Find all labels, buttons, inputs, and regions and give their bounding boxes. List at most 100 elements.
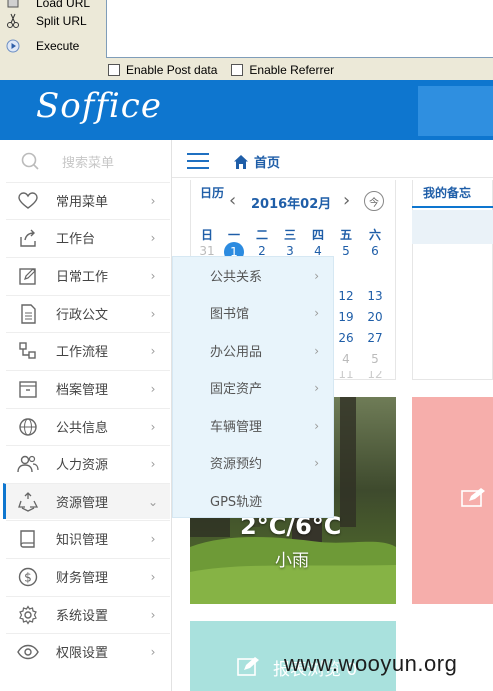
sidebar-item-finance[interactable]: $ 财务管理 › <box>6 558 170 594</box>
calendar-day[interactable]: 12 <box>336 289 356 303</box>
share-icon <box>17 227 39 249</box>
enable-referrer-checkbox[interactable] <box>231 64 244 76</box>
globe-icon <box>17 416 39 438</box>
submenu-item-public-relations[interactable]: 公共关系 › <box>173 257 333 294</box>
submenu-item-fixed-assets[interactable]: 固定资产 › <box>173 369 333 406</box>
header-user-area[interactable] <box>418 86 493 136</box>
weekday-label: 二 <box>255 228 268 242</box>
chevron-right-icon: › <box>150 569 156 584</box>
chevron-right-icon: › <box>314 380 319 395</box>
calendar-day[interactable]: 19 <box>336 310 356 324</box>
heart-icon <box>17 190 39 212</box>
submenu-item-vehicles[interactable]: 车辆管理 › <box>173 407 333 444</box>
home-icon <box>234 154 248 169</box>
enable-post-checkbox[interactable] <box>108 64 120 76</box>
submenu-item-office-supplies[interactable]: 办公用品 › <box>173 332 333 369</box>
load-url-icon <box>6 0 20 10</box>
recycle-icon <box>17 491 39 513</box>
sidebar-item-workflow[interactable]: 工作流程 › <box>6 332 170 368</box>
sidebar-item-workbench[interactable]: 工作台 › <box>6 219 170 255</box>
weekday-label: 六 <box>368 228 381 242</box>
calendar-day[interactable]: 6 <box>365 244 385 258</box>
chevron-down-icon: ⌄ <box>147 494 159 509</box>
weather-condition: 小雨 <box>275 551 309 571</box>
chevron-right-icon[interactable]: › <box>343 190 350 211</box>
submenu-item-booking[interactable]: 资源预约 › <box>173 444 333 481</box>
calendar-day[interactable]: 20 <box>365 310 385 324</box>
resources-submenu: 公共关系 › 图书馆 › 办公用品 › 固定资产 › 车辆管理 › 资源预约 ›… <box>172 256 334 518</box>
calendar-day[interactable]: 4 <box>336 352 356 366</box>
play-icon <box>6 39 20 53</box>
document-icon <box>17 303 39 325</box>
menu-search[interactable]: 搜索菜单 <box>6 143 170 179</box>
url-textarea[interactable] <box>106 0 493 58</box>
archive-icon <box>17 378 39 400</box>
chevron-right-icon: › <box>314 343 319 358</box>
chevron-left-icon[interactable]: ‹ <box>229 190 236 211</box>
book-icon <box>17 528 39 550</box>
menu-toggle-icon[interactable] <box>187 153 209 169</box>
users-icon <box>17 453 39 475</box>
calendar-month: 2016年02月 <box>251 197 332 212</box>
chevron-right-icon: › <box>150 456 156 471</box>
chevron-right-icon: › <box>150 381 156 396</box>
weekday-label: 四 <box>311 228 324 242</box>
chevron-right-icon: › <box>150 268 156 283</box>
submenu-item-gps-track[interactable]: GPS轨迹 <box>173 482 333 519</box>
sidebar-item-knowledge[interactable]: 知识管理 › <box>6 520 170 556</box>
calendar-day[interactable]: 26 <box>336 331 356 345</box>
app-logo[interactable]: Soffice <box>36 86 162 126</box>
workflow-icon <box>17 340 39 362</box>
chevron-right-icon: › <box>150 607 156 622</box>
chevron-right-icon: › <box>150 306 156 321</box>
chevron-right-icon: › <box>314 455 319 470</box>
weekday-label: 五 <box>339 228 352 242</box>
weekday-label: 日 <box>200 228 213 242</box>
calendar-day[interactable]: 5 <box>336 244 356 258</box>
search-placeholder: 搜索菜单 <box>62 155 115 171</box>
app-window: Load URL Split URL Execute Enable Post d… <box>0 0 493 691</box>
calendar-day[interactable]: 5 <box>365 352 385 366</box>
chevron-right-icon: › <box>150 230 156 245</box>
memo-header-band <box>412 210 493 244</box>
split-url-item[interactable]: Split URL <box>6 11 87 31</box>
calendar-today-button[interactable]: 今 <box>364 191 384 211</box>
calendar-day[interactable]: 13 <box>365 289 385 303</box>
weekday-label: 一 <box>227 228 240 242</box>
edit-icon <box>17 265 39 287</box>
edit-note-icon <box>461 488 485 507</box>
gear-icon <box>17 604 39 626</box>
submenu-item-library[interactable]: 图书馆 › <box>173 294 333 331</box>
eye-icon <box>17 641 39 663</box>
dollar-icon: $ <box>17 566 39 588</box>
browser-options: Enable Post data Enable Referrer <box>108 61 348 79</box>
chevron-right-icon: › <box>150 343 156 358</box>
weekday-label: 三 <box>283 228 296 242</box>
chevron-right-icon: › <box>150 419 156 434</box>
sidebar-item-hr[interactable]: 人力资源 › <box>6 445 170 481</box>
calendar-day[interactable]: 12 <box>365 371 385 379</box>
svg-text:$: $ <box>24 570 32 584</box>
sidebar-item-system-settings[interactable]: 系统设置 › <box>6 596 170 632</box>
calendar-day[interactable]: 11 <box>336 371 356 379</box>
sidebar-item-resources[interactable]: 资源管理 ⌄ <box>3 483 170 519</box>
scissors-icon <box>6 13 20 28</box>
chevron-right-icon: › <box>150 644 156 659</box>
chevron-right-icon: › <box>150 193 156 208</box>
sidebar-item-archives[interactable]: 档案管理 › <box>6 370 170 406</box>
chevron-right-icon: › <box>314 305 319 320</box>
breadcrumb-home[interactable]: 首页 <box>233 152 280 171</box>
sidebar-item-official-docs[interactable]: 行政公文 › <box>6 295 170 331</box>
sidebar-item-daily-work[interactable]: 日常工作 › <box>6 257 170 293</box>
calendar-day[interactable]: 27 <box>365 331 385 345</box>
memo-tab-label: 我的备忘 <box>423 186 472 200</box>
sidebar-item-permissions[interactable]: 权限设置 › <box>6 633 170 669</box>
search-icon <box>21 152 39 170</box>
watermark: www.wooyun.org <box>284 651 458 676</box>
calendar-tab[interactable]: 日历 <box>200 184 224 201</box>
execute-item[interactable]: Execute <box>6 36 79 56</box>
chevron-right-icon: › <box>150 531 156 546</box>
chevron-right-icon: › <box>314 268 319 283</box>
sidebar-item-public-info[interactable]: 公共信息 › <box>6 408 170 444</box>
sidebar-item-favorites[interactable]: 常用菜单 › <box>6 182 170 218</box>
